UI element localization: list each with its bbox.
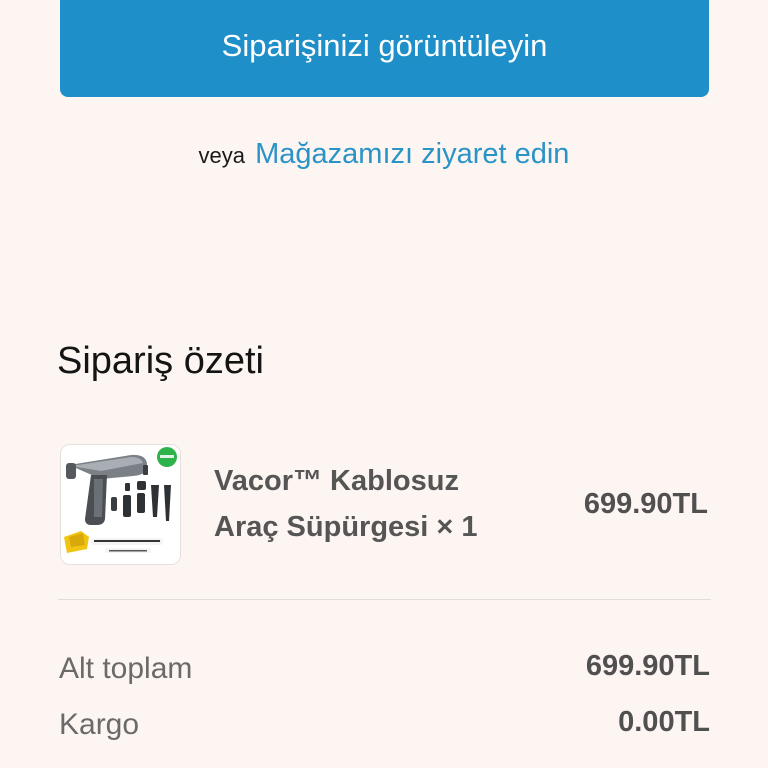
or-text: veya	[198, 143, 246, 168]
order-summary-title: Sipariş özeti	[57, 340, 264, 382]
product-price: 699.90TL	[583, 488, 708, 520]
vacuum-product-picture	[61, 445, 180, 564]
view-order-button[interactable]: Siparişinizi görüntüleyin	[60, 0, 709, 97]
product-name-line2: Araç Süpürgesi × 1	[214, 511, 478, 543]
summary-divider	[58, 599, 711, 600]
visit-store-link[interactable]: Mağazamızı ziyaret edin	[255, 138, 569, 170]
shipping-value: 0.00TL	[618, 706, 710, 738]
subtotal-label: Alt toplam	[59, 652, 193, 685]
subtotal-value: 699.90TL	[585, 650, 710, 682]
product-name-line1: Vacor™ Kablosuz	[214, 465, 459, 497]
product-image	[60, 444, 181, 565]
shipping-label: Kargo	[59, 708, 140, 741]
alternative-action-line: veya Mağazamızı ziyaret edin	[0, 138, 768, 171]
product-name: Vacor™ Kablosuz Araç Süpürgesi × 1	[214, 458, 534, 550]
